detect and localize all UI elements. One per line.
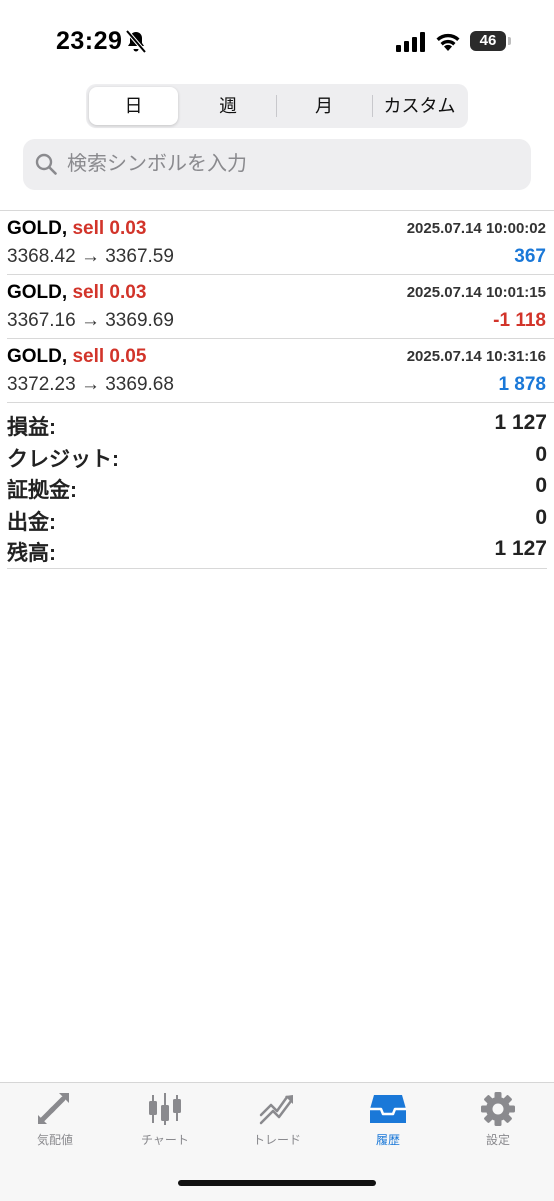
search-icon	[35, 153, 57, 175]
deal-row[interactable]: GOLD, sell 0.03 2025.07.14 10:01:15 3367…	[7, 275, 554, 339]
deal-symbol-line: GOLD, sell 0.03	[7, 282, 146, 304]
wifi-icon	[436, 33, 460, 51]
candlestick-chart-icon	[149, 1093, 181, 1125]
bell-muted-icon	[125, 30, 147, 54]
summary-row-profit: 損益: 1 127	[7, 408, 547, 440]
battery-tip	[508, 37, 511, 45]
deal-row[interactable]: GOLD, sell 0.03 2025.07.14 10:00:02 3368…	[7, 211, 554, 275]
tab-trade[interactable]: トレード	[227, 1091, 327, 1151]
tab-week[interactable]: 週	[182, 87, 274, 125]
summary-row-deposit: 証拠金: 0	[7, 471, 547, 503]
deal-side-volume: sell 0.03	[72, 218, 147, 239]
deals-list: GOLD, sell 0.03 2025.07.14 10:00:02 3368…	[0, 210, 554, 403]
summary-value: 1 127	[494, 537, 547, 560]
quotes-arrows-icon	[38, 1093, 69, 1124]
tab-history[interactable]: 履歴	[338, 1091, 438, 1151]
segment-divider	[372, 95, 373, 117]
tab-label: 気配値	[36, 1133, 73, 1147]
summary-label: 出金:	[7, 510, 56, 534]
deal-time: 2025.07.14 10:00:02	[406, 220, 546, 237]
status-bar: 23:29 46	[0, 0, 554, 80]
summary-divider	[7, 568, 547, 569]
deal-symbol: GOLD,	[7, 346, 68, 367]
tab-custom[interactable]: カスタム	[374, 87, 465, 125]
deal-side-volume: sell 0.03	[72, 282, 147, 303]
home-indicator[interactable]	[178, 1180, 376, 1186]
tab-settings[interactable]: 設定	[448, 1091, 548, 1151]
summary-row-balance: 残高: 1 127	[7, 534, 547, 566]
summary-label: 残高:	[7, 542, 56, 565]
deal-prices: 3367.16 → 3369.69	[7, 310, 174, 331]
deal-symbol: GOLD,	[7, 282, 68, 303]
deal-profit: 367	[514, 246, 546, 267]
deal-symbol-line: GOLD, sell 0.03	[7, 218, 146, 240]
summary-section: 損益: 1 127 クレジット: 0 証拠金: 0 出金: 0 残高: 1 12…	[7, 408, 547, 566]
deal-side-volume: sell 0.05	[72, 346, 147, 367]
search-input[interactable]	[67, 139, 517, 190]
summary-value: 1 127	[494, 411, 547, 434]
summary-value: 0	[535, 505, 547, 529]
deal-prices: 3368.42 → 3367.59	[7, 246, 174, 267]
summary-label: クレジット:	[7, 447, 119, 471]
deal-profit: -1 118	[493, 310, 546, 331]
gear-icon	[481, 1092, 515, 1126]
tab-chart[interactable]: チャート	[115, 1091, 215, 1151]
summary-value: 0	[535, 442, 547, 466]
tab-label: 設定	[485, 1133, 510, 1147]
deal-symbol: GOLD,	[7, 218, 68, 239]
trade-trend-icon	[259, 1095, 293, 1125]
period-segmented-control: 日 週 月 カスタム	[86, 84, 468, 128]
deal-prices: 3372.23 → 3369.68	[7, 374, 174, 395]
deal-time: 2025.07.14 10:31:16	[406, 348, 546, 365]
summary-row-credit: クレジット: 0	[7, 440, 547, 472]
segment-divider	[276, 95, 277, 117]
summary-row-withdrawal: 出金: 0	[7, 503, 547, 535]
tab-label: トレード	[252, 1133, 301, 1147]
tab-label: チャート	[141, 1133, 189, 1147]
deal-symbol-line: GOLD, sell 0.05	[7, 346, 146, 368]
deal-time: 2025.07.14 10:01:15	[406, 284, 546, 301]
summary-label: 証拠金:	[7, 479, 77, 502]
history-inbox-icon	[370, 1095, 406, 1123]
tab-quotes[interactable]: 気配値	[5, 1091, 105, 1151]
status-time: 23:29	[56, 27, 123, 55]
cell-signal-icon	[396, 32, 425, 52]
summary-label: 損益:	[7, 416, 56, 439]
deal-profit: 1 878	[498, 374, 546, 395]
tab-label: 履歴	[375, 1133, 400, 1147]
battery-indicator: 46	[470, 31, 506, 51]
search-bar[interactable]	[23, 139, 531, 190]
summary-value: 0	[535, 474, 547, 497]
tab-month[interactable]: 月	[278, 87, 370, 125]
deal-row[interactable]: GOLD, sell 0.05 2025.07.14 10:31:16 3372…	[7, 339, 554, 403]
tab-day[interactable]: 日	[89, 87, 178, 125]
